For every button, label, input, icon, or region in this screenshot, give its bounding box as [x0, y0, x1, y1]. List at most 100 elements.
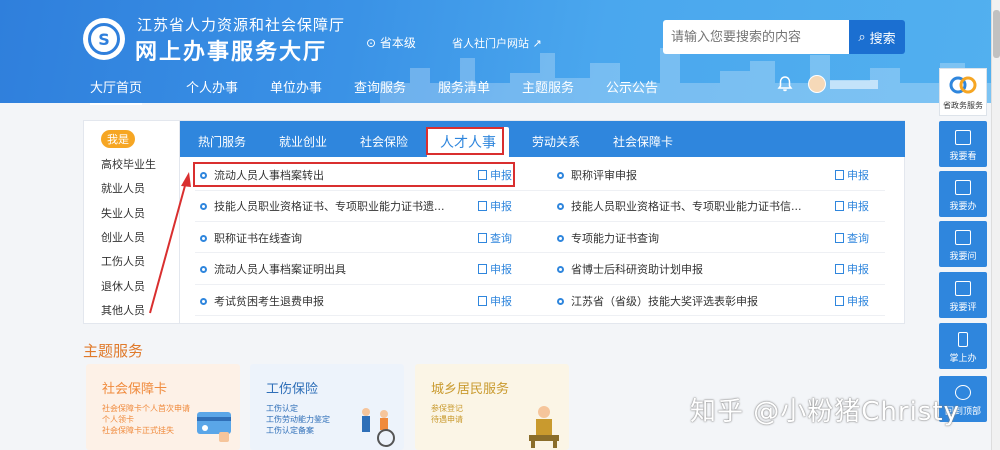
nav-item-unit[interactable]: 单位办事 [270, 77, 322, 96]
service-action-label: 申报 [847, 295, 869, 308]
row-divider [195, 315, 885, 316]
topic-card-item[interactable]: 工伤认定备案 [266, 425, 314, 436]
service-item[interactable]: 职称评审申报 申报 [557, 167, 869, 185]
service-item[interactable]: 省博士后科研资助计划申报 申报 [557, 261, 869, 279]
service-action-link[interactable]: 查询 [478, 230, 512, 246]
sidebar-button-mobile[interactable]: 掌上办 [939, 323, 987, 369]
doc-icon [478, 201, 487, 211]
search-button[interactable]: ⌕ 搜索 [849, 20, 905, 54]
topic-section-title: 主题服务 [83, 342, 144, 360]
topic-card-item[interactable]: 待遇申请 [431, 414, 463, 425]
service-name: 职称评审申报 [571, 169, 637, 182]
tab-employment[interactable]: 就业创业 [279, 133, 327, 150]
service-item[interactable]: 技能人员职业资格证书、专项职业能力证书遗... 申报 [200, 198, 512, 216]
service-name: 考试贫困考生退费申报 [214, 295, 324, 308]
tab-hot[interactable]: 热门服务 [198, 133, 246, 150]
topic-card-resident[interactable]: 城乡居民服务 参保登记 待遇申请 [415, 364, 569, 450]
tab-insurance[interactable]: 社会保险 [360, 133, 408, 150]
service-action-link[interactable]: 查询 [835, 230, 869, 246]
topic-card-item[interactable]: 社会保障卡个人首次申请 [102, 403, 190, 414]
site-title: 网上办事服务大厅 [135, 40, 328, 65]
nav-item-personal[interactable]: 个人办事 [186, 77, 238, 96]
monitor-icon [955, 180, 971, 195]
person-type-item[interactable]: 创业人员 [101, 229, 145, 245]
doc-icon [835, 233, 844, 243]
person-type-item[interactable]: 退休人员 [101, 278, 145, 294]
row-divider [195, 252, 885, 253]
service-item[interactable]: 考试贫困考生退费申报 申报 [200, 293, 512, 311]
service-tabs: 热门服务 就业创业 社会保险 人才人事 劳动关系 社会保障卡 [180, 121, 905, 157]
sidebar-button-ask[interactable]: 我要问 [939, 221, 987, 267]
service-name: 技能人员职业资格证书、专项职业能力证书遗... [214, 200, 445, 213]
sidebar-button-rate[interactable]: 我要评 [939, 272, 987, 318]
topic-card-title: 社会保障卡 [102, 382, 168, 397]
phone-icon [958, 332, 968, 347]
bullet-icon [557, 172, 564, 179]
person-type-item[interactable]: 失业人员 [101, 205, 145, 221]
service-item[interactable]: 流动人员人事档案证明出具 申报 [200, 261, 512, 279]
person-type-item[interactable]: 工伤人员 [101, 253, 145, 269]
person-type-item[interactable]: 高校毕业生 [101, 156, 156, 172]
topic-card-item[interactable]: 参保登记 [431, 403, 463, 414]
nav-item-list[interactable]: 服务清单 [438, 77, 490, 96]
search-icon: ⌕ [858, 29, 866, 45]
service-item[interactable]: 职称证书在线查询 查询 [200, 230, 512, 248]
sidebar-button-view[interactable]: 我要看 [939, 121, 987, 167]
sidebar-button-do[interactable]: 我要办 [939, 171, 987, 217]
highlight-box-row [193, 162, 515, 187]
bell-icon[interactable] [776, 75, 794, 93]
service-item[interactable]: 专项能力证书查询 查询 [557, 230, 869, 248]
service-item[interactable]: 技能人员职业资格证书、专项职业能力证书信... 申报 [557, 198, 869, 216]
sidebar-gov-service[interactable]: 省政务服务 [939, 68, 987, 116]
tab-labor[interactable]: 劳动关系 [532, 133, 580, 150]
service-action-label: 申报 [847, 169, 869, 182]
search-input[interactable] [663, 20, 849, 54]
watermark: 知乎 @小粉猪Christy [690, 397, 960, 427]
tab-social-card[interactable]: 社会保障卡 [613, 133, 673, 150]
portal-link[interactable]: 省人社门户网站 ↗ [452, 35, 542, 51]
service-name: 技能人员职业资格证书、专项职业能力证书信... [571, 200, 802, 213]
share-arrow-icon: ↗ [532, 37, 542, 50]
person-type-panel: 我是 高校毕业生 就业人员 失业人员 创业人员 工伤人员 退休人员 其他人员 [84, 121, 180, 324]
topic-card-title: 工伤保险 [266, 382, 319, 397]
site-logo[interactable]: S [83, 18, 125, 60]
topic-card-item[interactable]: 工伤认定 [266, 403, 298, 414]
service-action-link[interactable]: 申报 [835, 167, 869, 183]
gov-service-logo-icon [949, 76, 977, 94]
topic-card-item[interactable]: 个人领卡 [102, 414, 134, 425]
service-action-link[interactable]: 申报 [478, 261, 512, 277]
nav-item-home[interactable]: 大厅首页 [90, 77, 143, 105]
service-action-link[interactable]: 申报 [835, 293, 869, 309]
nav-item-notice[interactable]: 公示公告 [606, 77, 658, 96]
service-action-link[interactable]: 申报 [478, 293, 512, 309]
elderly-illustration-icon [529, 406, 559, 448]
service-name: 江苏省（省级）技能大奖评选表彰申报 [571, 295, 758, 308]
scrollbar-thumb[interactable] [993, 10, 1000, 58]
service-action-link[interactable]: 申报 [835, 198, 869, 214]
nav-item-topic[interactable]: 主题服务 [522, 77, 574, 96]
bullet-icon [200, 298, 207, 305]
doc-icon [478, 233, 487, 243]
service-action-label: 申报 [490, 263, 512, 276]
topic-card-title: 城乡居民服务 [431, 382, 510, 397]
portal-link-label: 省人社门户网站 [452, 37, 529, 50]
topic-card-injury[interactable]: 工伤保险 工伤认定 工伤劳动能力鉴定 工伤认定备案 [250, 364, 404, 450]
service-action-label: 申报 [490, 200, 512, 213]
service-item[interactable]: 江苏省（省级）技能大奖评选表彰申报 申报 [557, 293, 869, 311]
topic-card-social-card[interactable]: 社会保障卡 社会保障卡个人首次申请 个人领卡 社会保障卡正式挂失 [86, 364, 240, 450]
region-selector[interactable]: ⊙ 省本级 [366, 34, 416, 51]
person-type-badge: 我是 [101, 130, 135, 148]
nav-item-query[interactable]: 查询服务 [354, 77, 406, 96]
service-action-label: 申报 [847, 263, 869, 276]
topic-card-item[interactable]: 工伤劳动能力鉴定 [266, 414, 330, 425]
person-type-item[interactable]: 就业人员 [101, 180, 145, 196]
user-name-redacted[interactable] [830, 80, 878, 89]
comment-icon [955, 281, 971, 296]
service-action-label: 申报 [490, 295, 512, 308]
user-avatar[interactable] [808, 75, 826, 93]
service-action-link[interactable]: 申报 [478, 198, 512, 214]
page-scrollbar[interactable] [991, 0, 1000, 450]
topic-card-item[interactable]: 社会保障卡正式挂失 [102, 425, 174, 436]
person-type-item[interactable]: 其他人员 [101, 302, 145, 318]
service-action-link[interactable]: 申报 [835, 261, 869, 277]
